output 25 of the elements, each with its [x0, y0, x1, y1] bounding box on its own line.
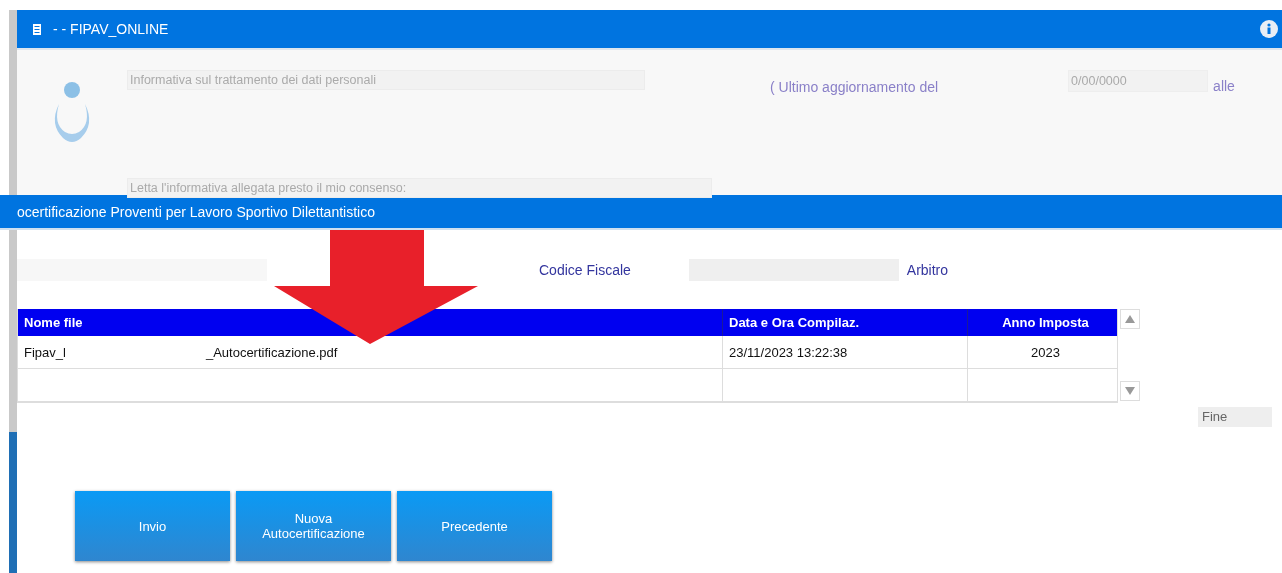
column-header[interactable]: Anno Imposta	[968, 309, 1117, 336]
name-field[interactable]	[17, 259, 267, 281]
time-label: alle	[1213, 78, 1235, 94]
section-title: ocertificazione Proventi per Lavoro Sportivo Dilettantistico	[17, 203, 375, 220]
column-header[interactable]: Data e Ora Compilaz.	[723, 309, 968, 336]
action-button[interactable]: Nuova Autocertificazione	[236, 491, 391, 561]
up-triangle-icon	[1125, 315, 1135, 323]
window-title: - - FIPAV_ONLINE	[53, 21, 170, 37]
consent-field[interactable]: Letta l'informativa allegata presto il mio consenso:	[127, 178, 712, 198]
table-cell: 23/11/2023 13:22:38	[723, 336, 968, 368]
down-triangle-icon	[1125, 387, 1135, 395]
notice-field[interactable]: Informativa sul trattamento dei dati personali	[127, 70, 645, 90]
date-field[interactable]: 0/00/0000	[1068, 70, 1209, 92]
arrow-icon	[274, 230, 480, 346]
document-icon	[33, 23, 41, 35]
codice-fiscale-label: Codice Fiscale	[539, 262, 631, 278]
role-label: Arbitro	[906, 262, 949, 278]
table-cell-text: 2023	[1030, 343, 1061, 362]
info-icon[interactable]	[1260, 20, 1278, 38]
scroll-up-button[interactable]	[1120, 309, 1140, 329]
action-button[interactable]: Invio	[75, 491, 230, 561]
fine-field[interactable]: Fine	[1198, 407, 1272, 427]
action-button[interactable]: Precedente	[397, 491, 552, 561]
update-label: ( Ultimo aggiornamento del	[770, 79, 939, 95]
scroll-down-button[interactable]	[1120, 381, 1140, 401]
